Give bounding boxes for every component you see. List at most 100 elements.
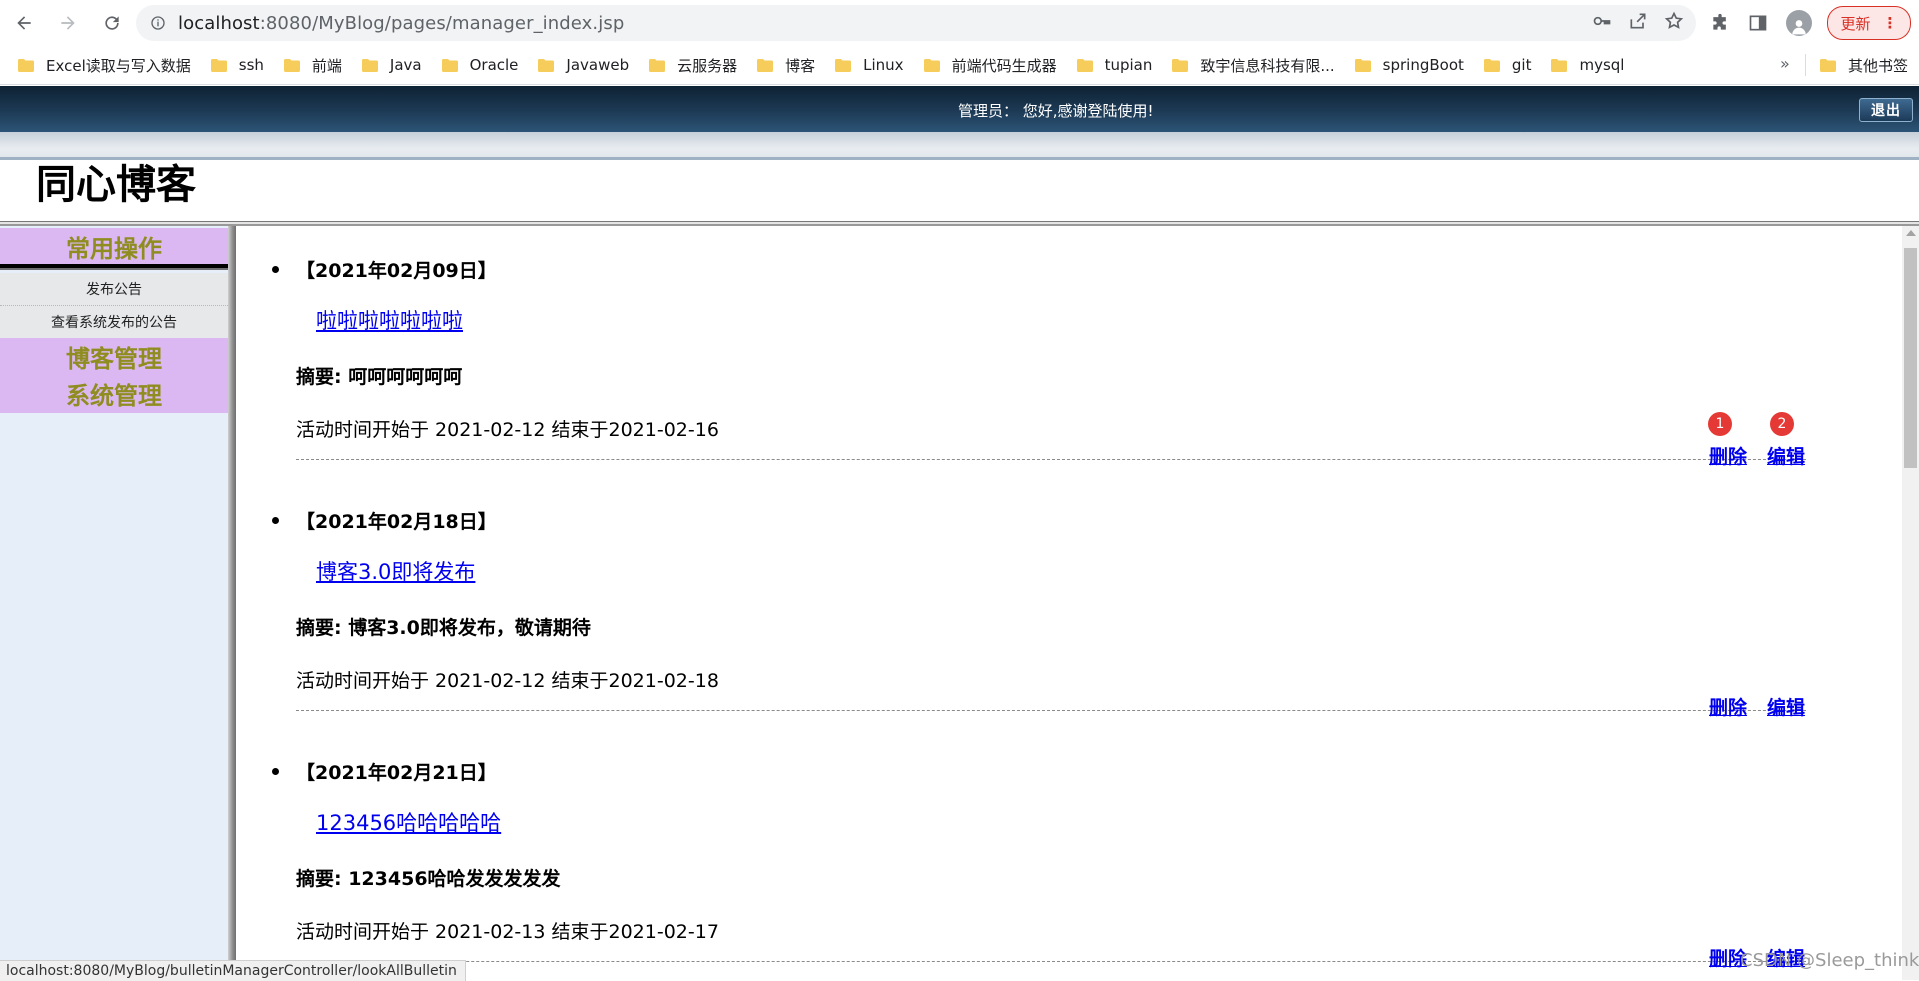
logout-button[interactable]: 退出 [1859, 98, 1913, 122]
scroll-thumb[interactable] [1904, 248, 1917, 468]
menu-section-bar [0, 264, 228, 270]
bulletin-list: 【2021年02月09日】 啦啦啦啦啦啦啦 摘要: 呵呵呵呵呵呵 活动时间开始于… [236, 226, 1902, 980]
frame-divider[interactable] [228, 226, 236, 980]
bookmark-item[interactable]: Javaweb [538, 56, 629, 74]
bulletin-date: 【2021年02月09日】 [296, 260, 497, 282]
annotation-badge: 1 [1708, 412, 1732, 436]
menu-block: 博客管理 系统管理 [0, 338, 228, 413]
bookmark-item[interactable]: git [1483, 56, 1531, 74]
folder-icon [1172, 58, 1189, 72]
puzzle-icon[interactable] [1710, 13, 1730, 33]
bookmark-item[interactable]: 博客 [757, 55, 815, 76]
other-bookmarks-label: 其他书签 [1848, 56, 1909, 75]
url-path: :8080/MyBlog/pages/manager_index.jsp [259, 12, 625, 34]
bookmark-item[interactable]: Oracle [441, 56, 519, 74]
bullet-dot [272, 768, 279, 775]
bulletin-summary: 摘要: 呵呵呵呵呵呵 [296, 366, 463, 388]
welcome-text: 管理员： 您好,感谢登陆使用! [958, 102, 1154, 120]
share-icon[interactable] [1628, 11, 1648, 31]
profile-avatar-icon[interactable] [1786, 10, 1812, 36]
menu-item-view-bulletins[interactable]: 查看系统发布的公告 [0, 306, 228, 338]
bookmark-item[interactable]: 前端 [283, 55, 342, 76]
bullet-dot [272, 266, 279, 273]
bookmark-label: ssh [238, 56, 264, 74]
folder-icon [210, 58, 227, 72]
edit-link[interactable]: 编辑 [1767, 693, 1805, 720]
url-host: localhost [178, 12, 260, 34]
key-icon[interactable] [1592, 11, 1612, 31]
url-text[interactable]: localhost:8080/MyBlog/pages/manager_inde… [178, 13, 624, 34]
folder-icon [1354, 58, 1371, 72]
bulletin-summary: 摘要: 博客3.0即将发布，敬请期待 [296, 617, 591, 639]
other-bookmarks-folder[interactable]: 其他书签 [1820, 46, 1908, 84]
star-icon[interactable] [1664, 11, 1684, 31]
bookmark-label: Linux [863, 56, 904, 74]
bookmark-item[interactable]: springBoot [1354, 56, 1464, 74]
folder-icon [1551, 58, 1568, 72]
back-button[interactable] [4, 3, 44, 43]
bulletin-divider [296, 961, 1806, 962]
menu-section-blog-management[interactable]: 博客管理 [0, 338, 228, 375]
watermark-text: CSDN @Sleep_thinking [1740, 950, 1919, 971]
scroll-up-icon[interactable] [1906, 230, 1916, 236]
bulletin-title-link[interactable]: 123456哈哈哈哈哈 [316, 807, 501, 837]
delete-link[interactable]: 删除 [1709, 442, 1747, 469]
bookmark-item[interactable]: ssh [210, 56, 264, 74]
more-vert-icon: ⋮ [1882, 14, 1898, 32]
forward-button[interactable] [48, 3, 88, 43]
bookmark-item[interactable]: Excel读取与写入数据 [18, 55, 191, 76]
bookmark-label: 前端 [311, 56, 342, 75]
menu-item-publish-bulletin[interactable]: 发布公告 [0, 273, 228, 306]
admin-topbar: 管理员： 您好,感谢登陆使用! 退出 [0, 86, 1919, 132]
folder-icon [1820, 58, 1836, 72]
folder-icon [1483, 58, 1500, 72]
bookmark-item[interactable]: 云服务器 [649, 55, 737, 76]
bulletin-title-link[interactable]: 啦啦啦啦啦啦啦 [316, 305, 463, 335]
omnibox-actions [1592, 11, 1684, 31]
bookmark-item[interactable]: Linux [835, 56, 904, 74]
bookmark-item[interactable]: 前端代码生成器 [923, 55, 1057, 76]
side-panel-icon[interactable] [1748, 13, 1768, 33]
bookmark-item[interactable]: 致宇信息科技有限... [1172, 55, 1335, 76]
folder-icon [441, 58, 458, 72]
update-label: 更新 [1840, 14, 1871, 33]
bulletin-date: 【2021年02月18日】 [296, 511, 497, 533]
content-scrollbar[interactable] [1902, 226, 1919, 980]
folder-icon [538, 58, 555, 72]
bookmark-item[interactable]: tupian [1076, 56, 1152, 74]
title-area [0, 160, 1919, 220]
bookmark-label: 云服务器 [677, 56, 738, 75]
bookmarks-bar: Excel读取与写入数据 ssh 前端 Java Oracle Javaweb 云服务器 博客… [0, 46, 1919, 85]
bulletin-divider [296, 459, 1806, 460]
bookmark-label: springBoot [1382, 56, 1464, 74]
reload-button[interactable] [92, 3, 132, 43]
bookmark-label: mysql [1579, 56, 1625, 74]
arrow-right-icon [61, 16, 75, 30]
bookmarks-overflow-button[interactable]: » [1780, 54, 1790, 73]
menu-section-common[interactable]: 常用操作 [0, 228, 228, 264]
address-bar[interactable]: localhost:8080/MyBlog/pages/manager_inde… [136, 5, 1696, 41]
bulletin-divider [296, 710, 1806, 711]
bulletin-title-link[interactable]: 博客3.0即将发布 [316, 556, 475, 586]
bookmark-label: 前端代码生成器 [951, 56, 1057, 75]
arrow-left-icon [17, 16, 31, 30]
folder-icon [835, 58, 852, 72]
update-button[interactable]: 更新 ⋮ [1827, 6, 1911, 40]
bulletin-time: 活动时间开始于 2021-02-12 结束于2021-02-18 [296, 670, 719, 692]
folder-icon [283, 58, 300, 72]
bookmark-label: Oracle [469, 56, 519, 74]
edit-link[interactable]: 编辑 [1767, 442, 1805, 469]
delete-link[interactable]: 删除 [1709, 693, 1747, 720]
bookmarks-separator [1805, 54, 1806, 76]
bookmark-label: Excel读取与写入数据 [46, 56, 191, 75]
bookmark-item[interactable]: Java [361, 56, 422, 74]
folder-icon [757, 58, 774, 72]
bookmark-label: Javaweb [566, 56, 630, 74]
menu-section-system-management[interactable]: 系统管理 [0, 375, 228, 412]
bookmark-item[interactable]: mysql [1551, 56, 1624, 74]
folder-icon [361, 58, 378, 72]
info-icon[interactable] [150, 15, 166, 31]
bulletin-time: 活动时间开始于 2021-02-13 结束于2021-02-17 [296, 921, 719, 943]
bookmark-label: 博客 [785, 56, 816, 75]
status-bar-url: localhost:8080/MyBlog/bulletinManagerCon… [0, 960, 466, 981]
